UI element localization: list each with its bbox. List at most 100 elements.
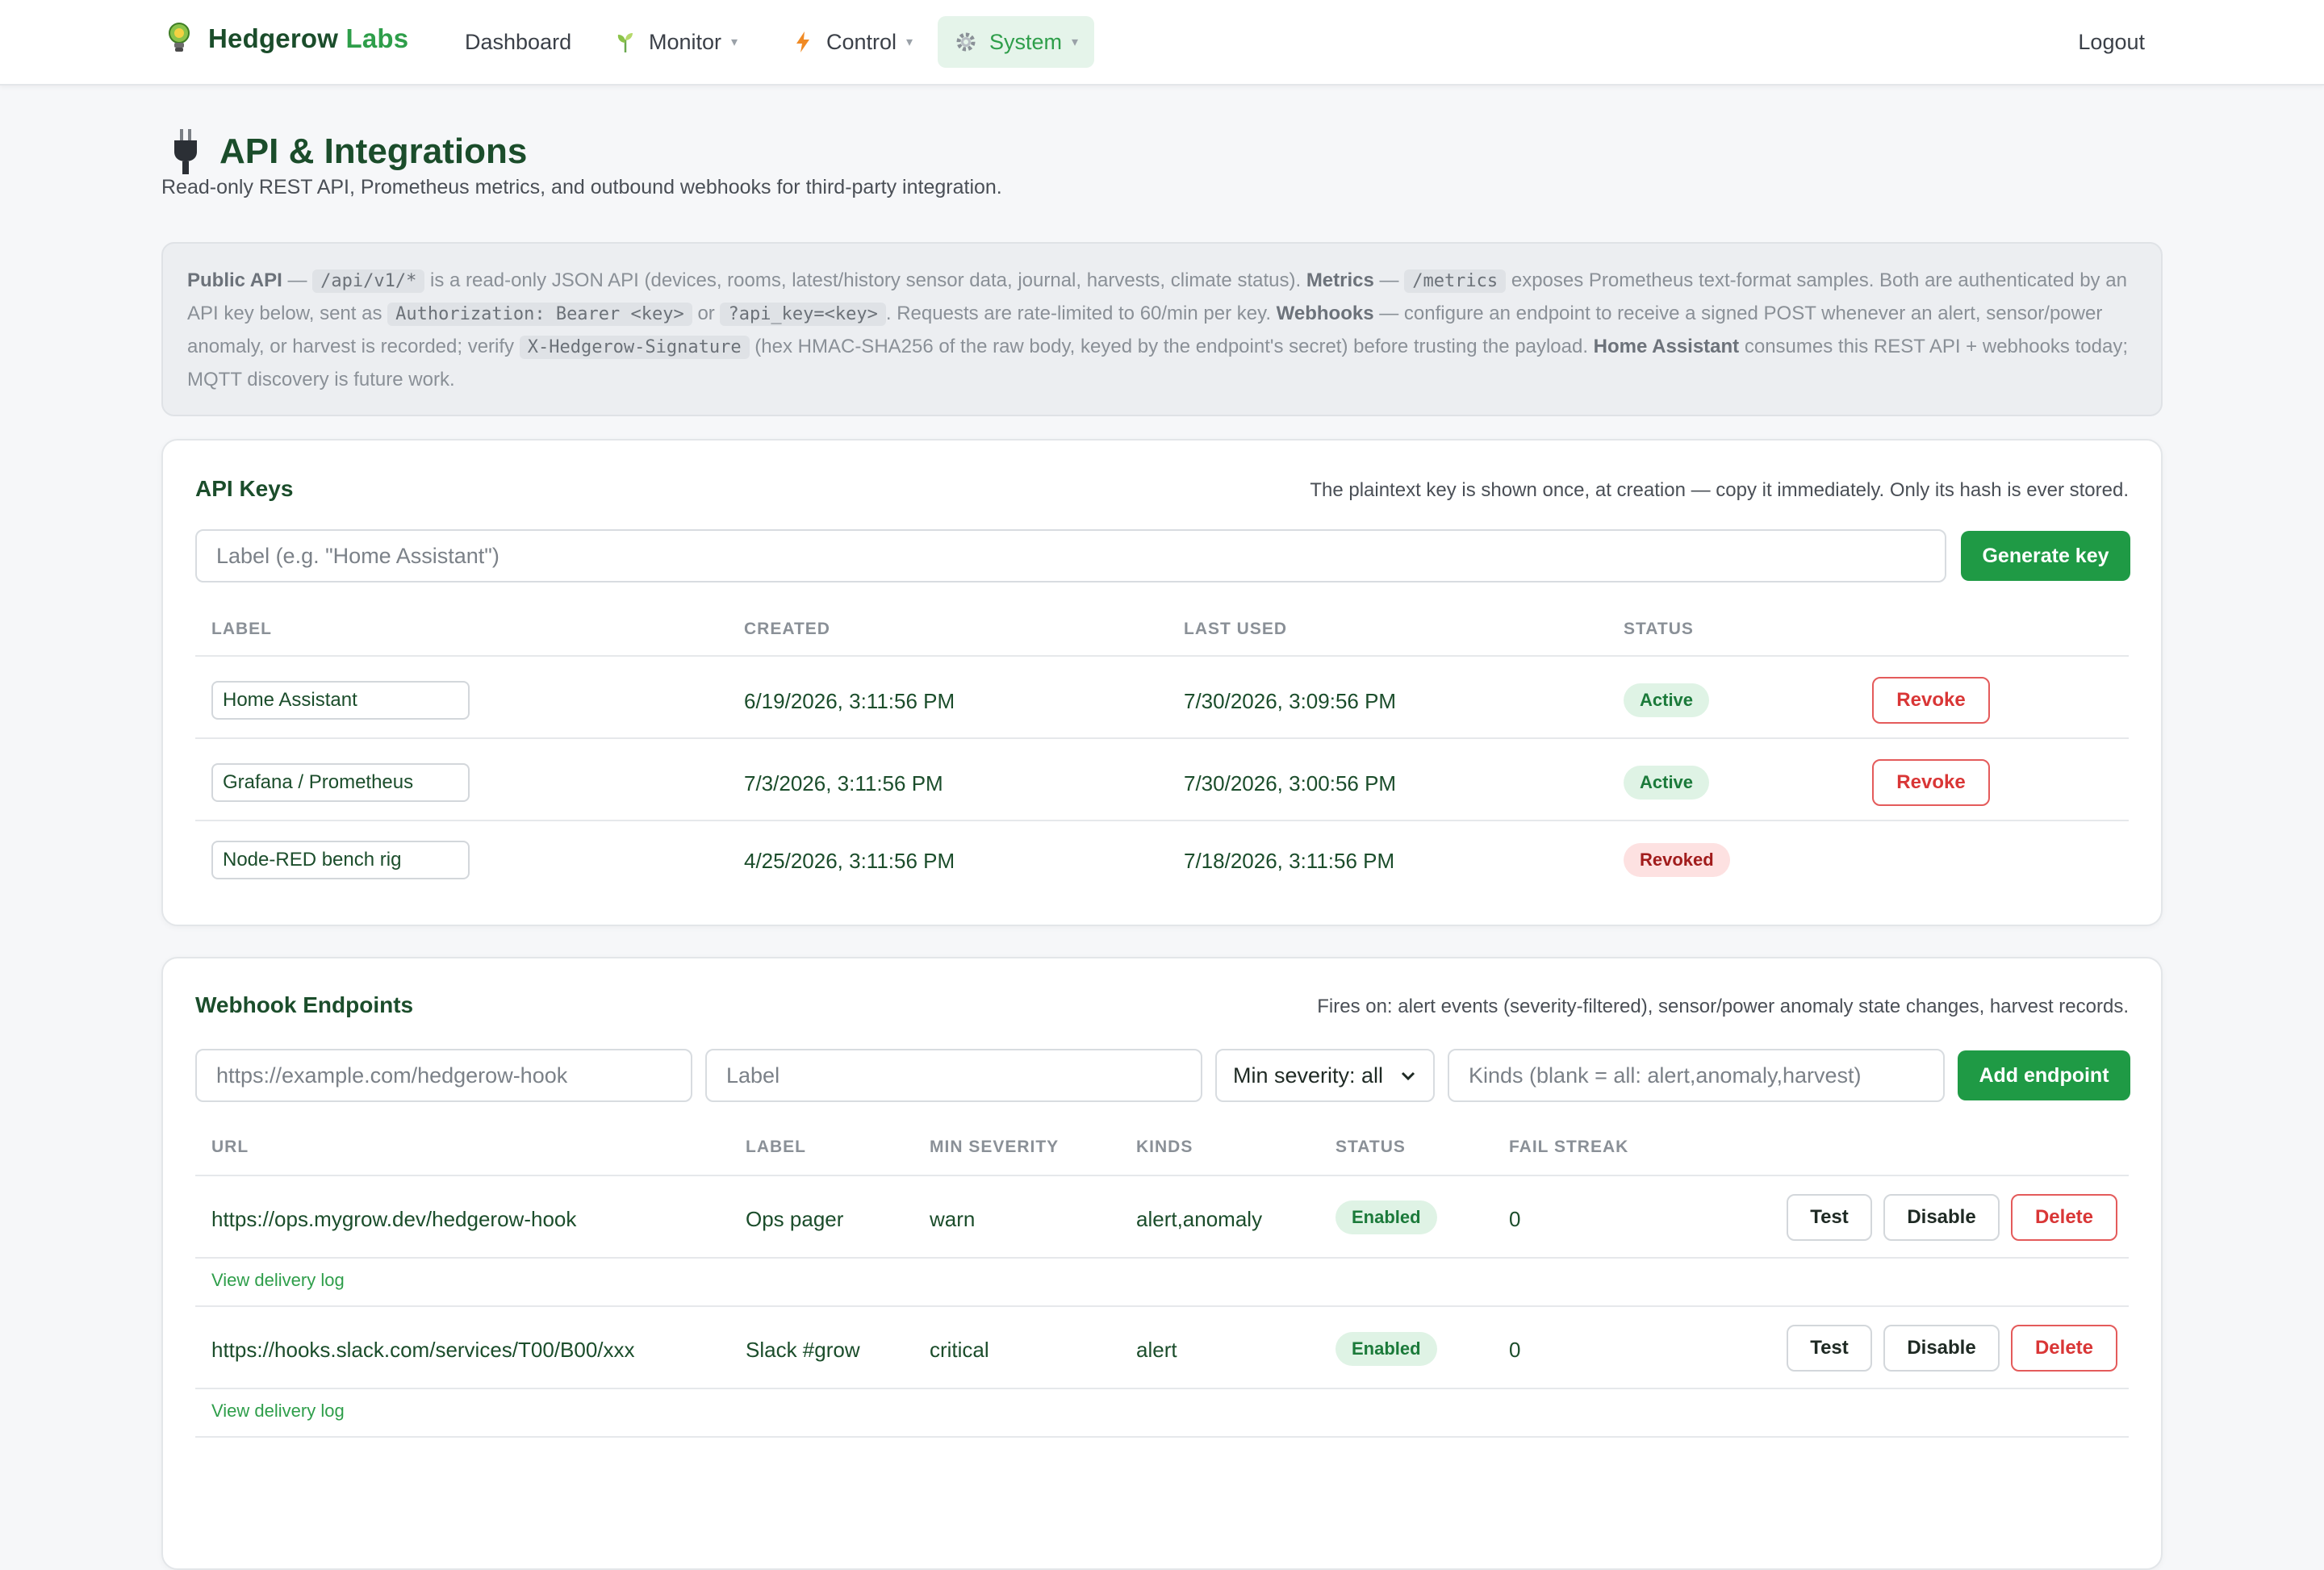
key-label-field[interactable]: Home Assistant	[211, 681, 470, 720]
nav-dashboard[interactable]: Dashboard	[449, 16, 587, 68]
brand-logo[interactable]: Hedgerow Labs	[165, 21, 408, 56]
col-header-created: CREATED	[744, 620, 830, 638]
key-label-field[interactable]: Node-RED bench rig	[211, 841, 470, 879]
chevron-down-icon: ▾	[906, 35, 913, 49]
webhook-label-input[interactable]	[705, 1049, 1202, 1102]
info-text: or	[697, 303, 715, 324]
webhooks-title: Webhook Endpoints	[195, 992, 414, 1017]
status-badge: Active	[1624, 766, 1710, 800]
info-text: (hex HMAC-SHA256 of the raw body, keyed …	[754, 336, 1588, 357]
lightbulb-icon	[169, 23, 190, 52]
logout-link[interactable]: Logout	[2078, 16, 2145, 68]
page-subtitle: Read-only REST API, Prometheus metrics, …	[161, 176, 1002, 198]
lightning-icon	[796, 31, 809, 52]
gear-icon	[956, 32, 976, 52]
key-label-field[interactable]: Grafana / Prometheus	[211, 763, 470, 802]
key-created: 7/3/2026, 3:11:56 PM	[744, 771, 943, 795]
fail-streak: 0	[1509, 1338, 1521, 1362]
table-divider	[195, 1388, 2129, 1389]
signature-header: X-Hedgerow-Signature	[519, 336, 750, 359]
status-badge: Enabled	[1335, 1200, 1437, 1234]
nav-system-label: System	[989, 29, 1063, 54]
key-last-used: 7/18/2026, 3:11:56 PM	[1184, 849, 1395, 873]
home-assistant-label: Home Assistant	[1593, 336, 1740, 357]
key-created: 4/25/2026, 3:11:56 PM	[744, 849, 955, 873]
nav-monitor-label: Monitor	[649, 29, 722, 54]
table-divider	[195, 655, 2129, 657]
table-divider	[195, 1436, 2129, 1438]
table-divider	[195, 1257, 2129, 1259]
api-path: /api/v1/*	[312, 269, 425, 293]
page-title: API & Integrations	[219, 132, 528, 171]
chevron-down-icon: ▾	[1072, 35, 1079, 49]
test-button[interactable]: Test	[1787, 1325, 1872, 1372]
webhook-kinds-input[interactable]	[1448, 1049, 1945, 1102]
col-header-kinds: KINDS	[1136, 1138, 1193, 1156]
info-text: is a read-only JSON API (devices, rooms,…	[430, 269, 1302, 291]
key-label-input[interactable]	[195, 529, 1946, 582]
col-header-status: STATUS	[1624, 620, 1694, 638]
plug-icon	[174, 129, 197, 174]
info-text: . Requests are rate-limited to 60/min pe…	[885, 303, 1271, 324]
view-delivery-log-link[interactable]: View delivery log	[211, 1270, 345, 1291]
key-last-used: 7/30/2026, 3:09:56 PM	[1184, 689, 1397, 713]
min-severity-select[interactable]: Min severity: all	[1215, 1049, 1435, 1102]
chevron-down-icon: ▾	[731, 35, 738, 49]
min-severity-value: Min severity: all	[1233, 1063, 1384, 1088]
api-keys-note: The plaintext key is shown once, at crea…	[1310, 479, 2129, 501]
col-header-label: LABEL	[746, 1138, 806, 1156]
webhook-label: Ops pager	[746, 1207, 844, 1231]
chevron-down-icon	[1401, 1071, 1415, 1081]
webhooks-card: Webhook Endpoints Fires on: alert events…	[161, 957, 2163, 1570]
nav-monitor[interactable]: Monitor ▾	[597, 16, 754, 68]
key-created: 6/19/2026, 3:11:56 PM	[744, 689, 955, 713]
status-badge: Enabled	[1335, 1332, 1437, 1366]
info-box: Public API — /api/v1/* is a read-only JS…	[161, 242, 2163, 416]
webhook-kinds: alert,anomaly	[1136, 1207, 1263, 1231]
webhooks-note: Fires on: alert events (severity-filtere…	[1317, 996, 2129, 1017]
delete-button[interactable]: Delete	[2011, 1194, 2117, 1241]
auth-header: Authorization: Bearer <key>	[387, 303, 692, 326]
fail-streak: 0	[1509, 1207, 1521, 1231]
top-navbar: Hedgerow Labs Dashboard Monitor ▾ Contro…	[0, 0, 2324, 86]
nav-control[interactable]: Control ▾	[775, 16, 929, 68]
test-button[interactable]: Test	[1787, 1194, 1872, 1241]
status-badge: Revoked	[1624, 843, 1730, 877]
status-badge: Active	[1624, 683, 1710, 717]
add-endpoint-button[interactable]: Add endpoint	[1958, 1050, 2130, 1100]
col-header-label: LABEL	[211, 620, 272, 638]
webhook-url: https://hooks.slack.com/services/T00/B00…	[211, 1338, 635, 1362]
webhook-kinds: alert	[1136, 1338, 1177, 1362]
webhooks-label: Webhooks	[1276, 303, 1374, 324]
table-divider	[195, 1305, 2129, 1307]
sprout-icon	[617, 33, 633, 52]
table-divider	[195, 1175, 2129, 1176]
generate-key-button[interactable]: Generate key	[1961, 531, 2130, 581]
dash: —	[1379, 269, 1399, 291]
table-divider	[195, 820, 2129, 821]
dash: —	[287, 269, 307, 291]
revoke-button[interactable]: Revoke	[1872, 759, 1990, 806]
nav-control-label: Control	[826, 29, 897, 54]
delete-button[interactable]: Delete	[2011, 1325, 2117, 1372]
col-header-min-severity: MIN SEVERITY	[930, 1138, 1060, 1156]
nav-system[interactable]: System ▾	[938, 16, 1095, 68]
col-header-fail-streak: FAIL STREAK	[1509, 1138, 1629, 1156]
webhook-label: Slack #grow	[746, 1338, 860, 1362]
brand-name: Hedgerow Labs	[208, 23, 409, 53]
view-delivery-log-link[interactable]: View delivery log	[211, 1401, 345, 1422]
table-divider	[195, 737, 2129, 739]
public-api-label: Public API	[187, 269, 282, 291]
col-header-url: URL	[211, 1138, 249, 1156]
webhook-severity: warn	[930, 1207, 976, 1231]
metrics-label: Metrics	[1306, 269, 1374, 291]
webhook-url-input[interactable]	[195, 1049, 692, 1102]
api-keys-title: API Keys	[195, 476, 294, 501]
webhook-severity: critical	[930, 1338, 989, 1362]
key-last-used: 7/30/2026, 3:00:56 PM	[1184, 771, 1397, 795]
disable-button[interactable]: Disable	[1883, 1325, 2000, 1372]
revoke-button[interactable]: Revoke	[1872, 677, 1990, 724]
api-keys-card: API Keys The plaintext key is shown once…	[161, 439, 2163, 926]
page-header: API & Integrations	[161, 126, 527, 177]
disable-button[interactable]: Disable	[1883, 1194, 2000, 1241]
